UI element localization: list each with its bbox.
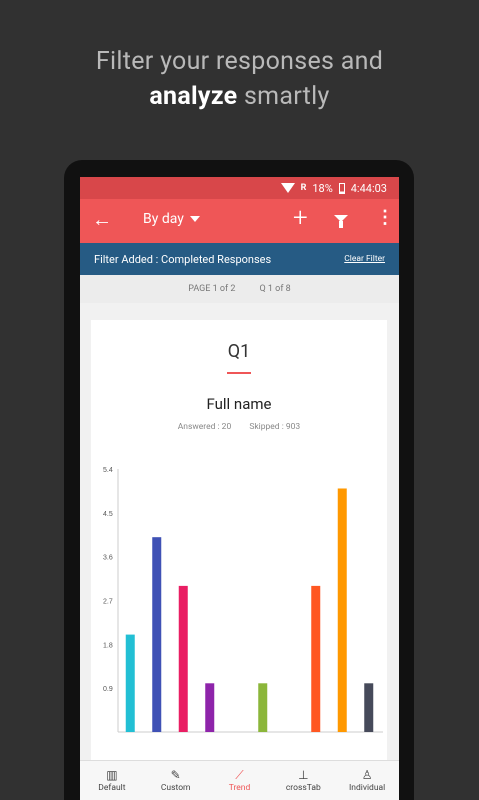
chart-bar — [364, 683, 374, 732]
page-indicator: PAGE 1 of 2 — [188, 284, 236, 294]
promo-strong: analyze — [149, 82, 238, 111]
battery-icon — [338, 182, 345, 194]
more-vert-icon[interactable]: ⋮ — [376, 209, 394, 227]
chart-bar — [258, 683, 268, 732]
crosstab-icon: ⊥ — [298, 768, 309, 782]
question-card: Q1 Full name Answered : 20 Skipped : 903… — [91, 320, 387, 760]
nav-item-default[interactable]: ▥ Default — [80, 761, 144, 800]
y-tick-label: 2.7 — [103, 599, 113, 606]
edit-icon: ✎ — [170, 768, 181, 782]
nav-item-trend[interactable]: ⟋ Trend — [208, 761, 272, 800]
app-bar: ← By day + ⋮ — [80, 199, 399, 243]
trend-chart: 5.4 4.5 3.6 2.7 1.8 0.9 — [103, 467, 383, 733]
clear-filter-link[interactable]: Clear Filter — [344, 254, 385, 264]
filter-icon[interactable] — [334, 215, 348, 228]
question-indicator: Q 1 of 8 — [259, 284, 291, 294]
skipped-count: Skipped : 903 — [249, 422, 301, 432]
nav-label: Default — [98, 783, 126, 793]
pager: PAGE 1 of 2 Q 1 of 8 — [80, 275, 399, 303]
chart-bar — [311, 585, 321, 732]
y-tick-label: 1.8 — [103, 642, 113, 649]
filter-text: Filter Added : Completed Responses — [94, 252, 272, 266]
answered-count: Answered : 20 — [177, 422, 232, 432]
promo-line-2: analyze smartly — [0, 79, 479, 114]
caret-down-icon — [189, 216, 200, 222]
trend-icon: ⟋ — [235, 768, 244, 782]
y-tick-label: 4.5 — [103, 511, 113, 518]
question-title: Full name — [206, 395, 272, 413]
add-icon[interactable]: + — [293, 203, 308, 233]
app-screen: R 18% 4:44:03 ← By day + ⋮ Filter Added … — [80, 177, 399, 800]
promo-headline: Filter your responses and analyze smartl… — [0, 44, 479, 114]
y-tick-label: 5.4 — [103, 467, 113, 474]
chart-bar — [337, 488, 347, 732]
period-dropdown[interactable]: By day — [143, 211, 200, 227]
y-tick-label: 3.6 — [103, 555, 113, 562]
bottom-nav: ▥ Default ✎ Custom ⟋ Trend ⊥ crossTab ♙ Individua… — [80, 760, 399, 800]
bar-chart-icon: ▥ — [106, 768, 118, 782]
nav-label: Trend — [228, 783, 251, 793]
nav-label: Individual — [348, 783, 386, 793]
title-underline — [227, 372, 251, 374]
nav-label: crossTab — [285, 783, 321, 793]
person-icon: ♙ — [361, 768, 373, 782]
battery-percent: 18% — [312, 181, 333, 195]
chart-bar — [125, 634, 135, 732]
chart-bar — [152, 537, 162, 732]
nav-item-individual[interactable]: ♙ Individual — [335, 761, 399, 800]
chart-bar — [205, 683, 215, 732]
promo-line-1: Filter your responses and — [95, 47, 384, 76]
promo-rest: smartly — [237, 82, 330, 111]
back-arrow-icon[interactable]: ← — [92, 207, 112, 232]
status-bar: R 18% 4:44:03 — [80, 177, 399, 199]
question-number: Q1 — [227, 341, 251, 362]
y-tick-label: 0.9 — [103, 686, 113, 693]
wifi-icon — [280, 183, 295, 193]
nav-label: Custom — [160, 783, 191, 793]
network-indicator: R — [300, 183, 307, 193]
response-stats: Answered : 20 Skipped : 903 — [91, 422, 387, 432]
nav-item-custom[interactable]: ✎ Custom — [144, 761, 208, 800]
period-label: By day — [143, 211, 184, 227]
filter-banner: Filter Added : Completed Responses Clear… — [80, 243, 399, 275]
clock: 4:44:03 — [350, 181, 387, 195]
chart-bar — [178, 585, 188, 732]
nav-item-crosstab[interactable]: ⊥ crossTab — [271, 761, 335, 800]
